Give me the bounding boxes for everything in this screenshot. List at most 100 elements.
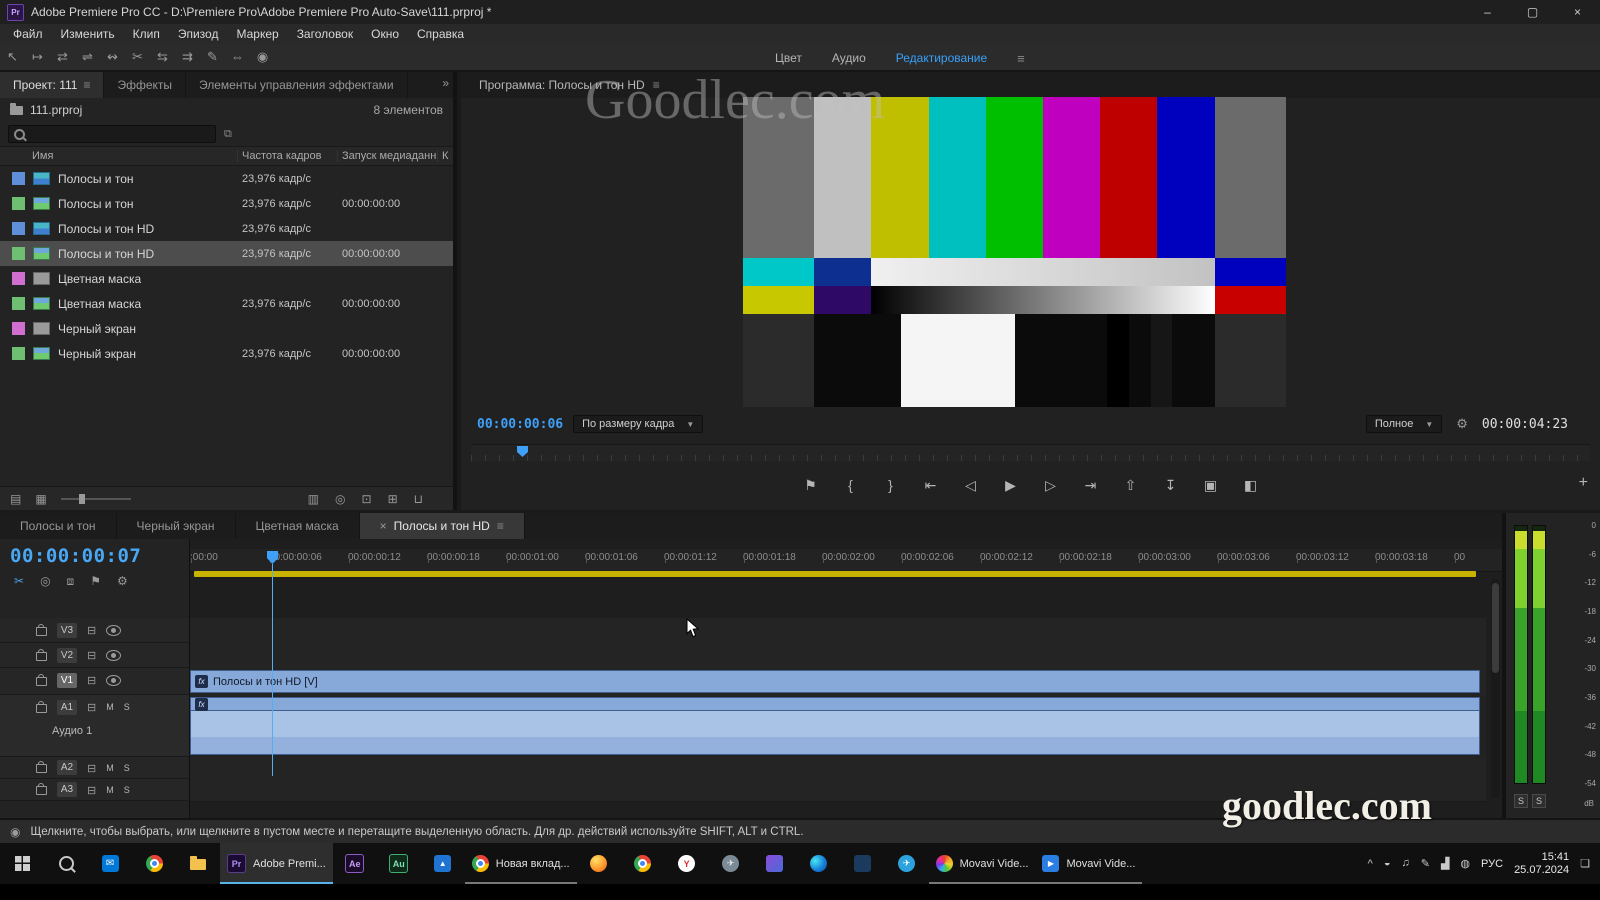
insert-point-icon[interactable] <box>87 623 96 637</box>
column-framerate[interactable]: Частота кадров <box>238 150 338 162</box>
menu-item[interactable]: Изменить <box>52 24 124 44</box>
track-visibility-icon[interactable] <box>106 649 122 661</box>
label-color-chip[interactable] <box>12 197 25 210</box>
program-current-timecode[interactable]: 00:00:00:06 <box>477 417 563 432</box>
track-visibility-icon[interactable] <box>106 674 122 686</box>
slip-tool-icon[interactable]: ⇆ <box>150 49 175 65</box>
linked-selection-icon[interactable]: ⧈ <box>67 574 75 589</box>
input-pen-icon[interactable]: ✎ <box>1421 857 1430 870</box>
timeline-vertical-scrollbar[interactable] <box>1491 579 1500 798</box>
movavi-taskbar-item[interactable]: Movavi Vide... <box>1035 843 1142 884</box>
slide-tool-icon[interactable]: ⇉ <box>175 49 200 65</box>
zoom-tool-icon[interactable]: ◉ <box>250 49 275 65</box>
step-forward-icon[interactable]: ▷ <box>1041 477 1061 494</box>
label-color-chip[interactable] <box>12 347 25 360</box>
track-lane-v3[interactable] <box>190 618 1486 644</box>
workspace-tab[interactable]: Редактирование <box>896 51 987 65</box>
add-marker-icon[interactable]: ⚑ <box>801 477 821 494</box>
search-input[interactable] <box>30 127 194 141</box>
extract-icon[interactable]: ↧ <box>1161 477 1181 494</box>
insert-point-icon[interactable] <box>87 783 96 797</box>
start-button[interactable] <box>0 843 44 884</box>
insert-point-icon[interactable] <box>87 673 96 687</box>
photos-icon[interactable] <box>421 843 465 884</box>
edge-icon[interactable] <box>797 843 841 884</box>
panel-menu-icon[interactable]: ≡ <box>497 513 504 539</box>
lock-icon[interactable] <box>36 673 47 686</box>
workspace-menu-icon[interactable]: ≡ <box>1017 51 1025 66</box>
fit-dropdown[interactable]: По размеру кадра ▼ <box>573 415 704 433</box>
bin-row[interactable]: 111.prproj 8 элементов <box>0 98 453 122</box>
find-icon[interactable]: ◎ <box>335 492 345 506</box>
lock-icon[interactable] <box>36 783 47 795</box>
lock-icon[interactable] <box>36 648 47 661</box>
firefox-icon[interactable] <box>577 843 621 884</box>
track-target-button[interactable]: A2 <box>57 760 77 775</box>
project-item-row[interactable]: Полосы и тон HD 23,976 кадр/с <box>0 216 453 241</box>
solo-button[interactable]: S <box>124 785 130 795</box>
chrome-taskbar-item[interactable]: Новая вклад... <box>465 843 577 884</box>
app-icon[interactable] <box>709 843 753 884</box>
app-icon[interactable] <box>841 843 885 884</box>
go-to-out-icon[interactable]: ⇥ <box>1081 477 1101 494</box>
go-to-in-icon[interactable]: ⇤ <box>921 477 941 494</box>
menu-item[interactable]: Маркер <box>227 24 287 44</box>
menu-item[interactable]: Справка <box>408 24 473 44</box>
export-frame-icon[interactable]: ▣ <box>1201 477 1221 494</box>
solo-button[interactable]: S <box>124 702 130 712</box>
telegram-icon[interactable] <box>885 843 929 884</box>
razor-icon[interactable]: ✂ <box>14 574 24 589</box>
pen-tool-icon[interactable]: ✎ <box>200 49 225 65</box>
audio-clip-waveform[interactable] <box>190 711 1480 737</box>
lock-icon[interactable] <box>36 623 47 636</box>
minimize-button[interactable]: – <box>1465 0 1510 24</box>
language-indicator[interactable]: РУС <box>1481 858 1503 870</box>
hidden-icons-chevron[interactable]: ^ <box>1368 858 1373 870</box>
close-button[interactable]: × <box>1555 0 1600 24</box>
panel-tab[interactable]: Эффекты <box>104 72 187 98</box>
antivirus-tray-icon[interactable]: ◒ <box>1384 857 1391 870</box>
label-color-chip[interactable] <box>12 222 25 235</box>
network-icon[interactable]: ▟ <box>1441 857 1449 870</box>
label-color-chip[interactable] <box>12 247 25 260</box>
mute-button[interactable]: M <box>106 763 114 773</box>
mail-icon[interactable] <box>88 843 132 884</box>
after-effects-icon[interactable]: Ae <box>333 843 377 884</box>
add-button[interactable]: + <box>1579 474 1588 492</box>
label-color-chip[interactable] <box>12 272 25 285</box>
automate-to-sequence-icon[interactable]: ▥ <box>308 492 319 506</box>
track-lane-v2[interactable] <box>190 643 1486 669</box>
yandex-icon[interactable]: Y <box>665 843 709 884</box>
mark-in-icon[interactable]: { <box>841 477 861 493</box>
track-visibility-icon[interactable] <box>106 624 122 636</box>
movavi-taskbar-item[interactable]: Movavi Vide... <box>929 843 1036 884</box>
panel-tab[interactable]: Проект: 111 ≡ <box>0 72 105 98</box>
browser-tray-icon[interactable]: ◍ <box>1460 857 1470 870</box>
snap-icon[interactable]: ◎ <box>40 574 50 589</box>
lock-icon[interactable] <box>36 761 47 773</box>
track-target-button[interactable]: A3 <box>57 782 77 797</box>
app-icon[interactable] <box>753 843 797 884</box>
mark-out-icon[interactable]: } <box>881 477 901 493</box>
insert-point-icon[interactable] <box>87 761 96 775</box>
menu-item[interactable]: Окно <box>362 24 408 44</box>
label-color-chip[interactable] <box>12 172 25 185</box>
close-icon[interactable]: × <box>380 513 387 539</box>
project-item-row[interactable]: Черный экран <box>0 316 453 341</box>
track-target-button[interactable]: V3 <box>57 622 77 638</box>
notification-center-icon[interactable]: ❏ <box>1580 857 1590 870</box>
new-bin-icon[interactable]: ⊡ <box>362 492 372 506</box>
project-item-row[interactable]: Цветная маска 23,976 кадр/с 00:00:00:00 <box>0 291 453 316</box>
project-item-row[interactable]: Черный экран 23,976 кадр/с 00:00:00:00 <box>0 341 453 366</box>
insert-point-icon[interactable] <box>87 648 96 662</box>
track-select-tool-icon[interactable]: ↦ <box>25 49 50 65</box>
panel-menu-icon[interactable]: ≡ <box>83 72 90 98</box>
menu-item[interactable]: Файл <box>4 24 52 44</box>
track-target-button[interactable]: V1 <box>57 672 77 688</box>
sequence-tab[interactable]: Полосы и тон <box>0 513 117 539</box>
workspace-tab[interactable]: Аудио <box>832 51 866 65</box>
razor-tool-icon[interactable]: ✂ <box>125 49 150 65</box>
project-item-row[interactable]: Полосы и тон 23,976 кадр/с <box>0 166 453 191</box>
sequence-tab[interactable]: Цветная маска <box>236 513 360 539</box>
sequence-tab[interactable]: Черный экран <box>117 513 236 539</box>
